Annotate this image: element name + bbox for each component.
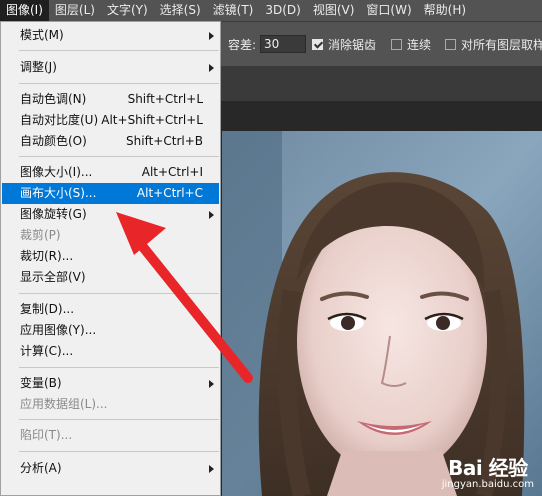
red-arrow-icon — [116, 212, 253, 383]
